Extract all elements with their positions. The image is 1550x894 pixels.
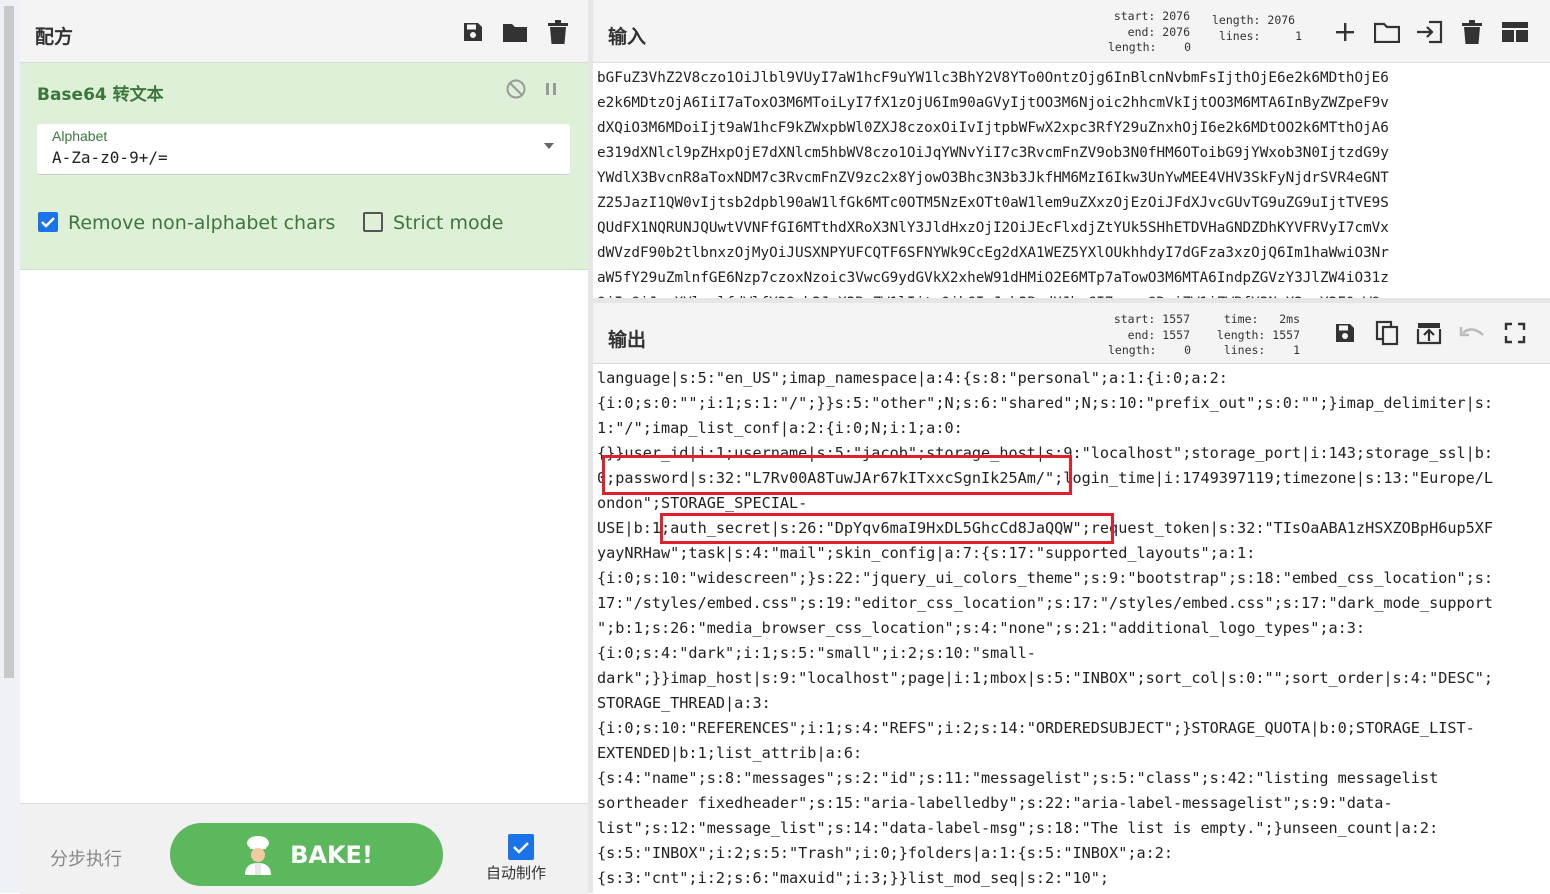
save-recipe-button[interactable] — [457, 16, 489, 48]
alphabet-value: A-Za-z0-9+/= — [52, 148, 168, 167]
clear-input-button[interactable] — [1456, 16, 1488, 48]
chevron-down-icon[interactable] — [544, 143, 554, 149]
input-line: QUdFX1NQRUNJQUwtVVNFfGI6MTthdXRoX3NlY3Jl… — [597, 220, 1389, 236]
input-line: OjIyOiJqcXVlcnlfdWlfY29sb3JzX3RoZW1lIjtz… — [597, 291, 1542, 298]
output-line: {s:4:"name";s:8:"messages";s:2:"id";s:11… — [597, 769, 1439, 787]
import-icon — [1417, 20, 1443, 44]
output-title: 输出 — [608, 329, 647, 351]
remove-non-alphabet-checkbox[interactable] — [38, 212, 58, 232]
output-line: dark";}}imap_host|s:9:"localhost";page|i… — [597, 669, 1494, 687]
clear-recipe-button[interactable] — [542, 16, 574, 48]
remove-non-alphabet-label: Remove non-alphabet chars — [68, 212, 336, 234]
output-line: yayNRHaw";task|s:4:"mail";skin_config|a:… — [597, 544, 1256, 562]
undo-button[interactable] — [1456, 317, 1488, 349]
input-line: e319dXNlcl9pZHxpOjE7dXNlcm5hbWV8czo1OiJq… — [597, 145, 1389, 161]
pause-operation-button[interactable] — [542, 80, 560, 98]
output-line: {i:0;s:10:"widescreen";}s:22:"jquery_ui_… — [597, 569, 1494, 587]
fullscreen-button[interactable] — [1499, 317, 1531, 349]
bake-button[interactable]: BAKE! — [170, 823, 443, 886]
input-line: Z25JazI1QW0vIjtsb2dpbl90aW1lfGk6MTc0OTM5… — [597, 195, 1389, 211]
pause-icon — [546, 83, 556, 95]
input-textarea[interactable]: bGFuZ3VhZ2V8czo1OiJlbl9VUyI7aW1hcF9uYW1l… — [597, 66, 1542, 298]
recipe-title: 配方 — [35, 26, 74, 48]
fullscreen-icon — [1504, 322, 1526, 344]
copy-output-button[interactable] — [1371, 317, 1403, 349]
input-line: YWdlX3BvcnR8aToxNDM7c3RvcmFnZV9zc2x8Yjow… — [597, 170, 1389, 186]
save-icon — [464, 23, 482, 41]
check-icon — [41, 217, 55, 228]
disable-icon — [506, 79, 526, 99]
password-highlight-box — [602, 455, 1072, 495]
trash-icon — [1462, 20, 1482, 44]
alphabet-label: Alphabet — [52, 128, 108, 144]
input-length-stats: length: 2076 lines: 1 — [1212, 13, 1303, 43]
output-text[interactable]: language|s:5:"en_US";imap_namespace|a:4:… — [597, 366, 1547, 893]
output-line: list";s:12:"message_list";s:14:"data-lab… — [597, 819, 1439, 837]
output-line: STORAGE_THREAD|a:3: — [597, 694, 771, 712]
folder-icon — [503, 24, 527, 42]
load-recipe-button[interactable] — [499, 16, 531, 48]
plus-icon — [1336, 23, 1354, 41]
save-output-button[interactable] — [1329, 317, 1361, 349]
output-line: ";b:1;s:26:"media_browser_css_location";… — [597, 619, 1366, 637]
open-file-button[interactable] — [1371, 16, 1403, 48]
chef-icon — [245, 835, 272, 875]
output-line: {s:3:"cnt";i:2;s:6:"maxuid";i:3;}}list_m… — [597, 869, 1110, 887]
auth-secret-highlight-box — [660, 513, 1114, 544]
output-line: 17:"/styles/embed.css";s:19:"editor_css_… — [597, 594, 1494, 612]
recipe-header: 配方 — [20, 0, 588, 63]
output-line: {i:0;s:10:"REFERENCES";i:1;s:4:"REFS";i:… — [597, 719, 1475, 737]
replace-input-button[interactable] — [1413, 317, 1445, 349]
input-selection-stats: start: 2076 end: 2076 length: 0 — [1108, 9, 1192, 54]
input-line: bGFuZ3VhZ2V8czo1OiJlbl9VUyI7aW1hcF9uYW1l… — [597, 70, 1389, 86]
folder-icon — [1374, 22, 1400, 43]
output-length-stats: time: 2ms length: 1557 lines: 1 — [1216, 312, 1300, 357]
auto-bake-label: 自动制作 — [486, 864, 547, 882]
output-line: 1:"/";imap_list_conf|a:2:{i:0;N;i:1;a:0: — [597, 419, 963, 437]
copy-icon — [1375, 320, 1399, 346]
left-scrollbar[interactable] — [4, 6, 14, 678]
reset-layout-button[interactable] — [1499, 16, 1531, 48]
input-line: dWVzdF90b2tlbnxzOjMyOiJUSXNPYUFCQTF6SFNY… — [597, 245, 1389, 261]
input-header: 输入 start: 2076 end: 2076 length: 0 lengt… — [593, 0, 1550, 63]
check-icon — [513, 842, 529, 854]
output-line: {i:0;s:0:"";i:1;s:1:"/";}}s:5:"other";N;… — [597, 394, 1494, 412]
output-line: {i:0;s:4:"dark";i:1;s:5:"small";i:2;s:10… — [597, 644, 1036, 662]
auto-bake-checkbox[interactable] — [508, 834, 534, 860]
open-folder-button[interactable] — [1413, 16, 1445, 48]
strict-mode-label: Strict mode — [393, 212, 504, 234]
output-selection-stats: start: 1557 end: 1557 length: 0 — [1108, 312, 1192, 357]
strict-mode-checkbox[interactable] — [363, 212, 383, 232]
output-line: {s:5:"INBOX";i:2;s:5:"Trash";i:0;}folder… — [597, 844, 1174, 862]
layout-icon — [1502, 22, 1528, 42]
step-button[interactable]: 分步执行 — [50, 845, 122, 871]
input-line: e2k6MDtzOjA6IiI7aToxO3M6MToiLyI7fX1zOjU6… — [597, 95, 1389, 111]
add-input-button[interactable] — [1329, 16, 1361, 48]
undo-icon — [1459, 327, 1484, 337]
output-line: language|s:5:"en_US";imap_namespace|a:4:… — [597, 369, 1228, 387]
save-icon — [1336, 324, 1354, 342]
input-line: dXQiO3M6MDoiIjt9aW1hcF9kZWxpbWl0ZXJ8czox… — [597, 120, 1389, 136]
output-header: 输出 start: 1557 end: 1557 length: 0 time:… — [593, 303, 1550, 364]
replace-input-icon — [1416, 323, 1442, 345]
disable-operation-button[interactable] — [505, 78, 527, 100]
bake-label: BAKE! — [290, 840, 373, 869]
panel-divider[interactable] — [588, 0, 593, 893]
trash-icon — [548, 20, 568, 44]
input-line: aW5fY29uZmlnfGE6Nzp7czoxNzoic3VwcG9ydGVk… — [597, 270, 1389, 286]
output-line: EXTENDED|b:1;list_attrib|a:6: — [597, 744, 863, 762]
operation-title: Base64 转文本 — [37, 85, 164, 105]
input-title: 输入 — [608, 26, 647, 48]
output-line: sortheader fixedheader";s:15:"aria-label… — [597, 794, 1393, 812]
